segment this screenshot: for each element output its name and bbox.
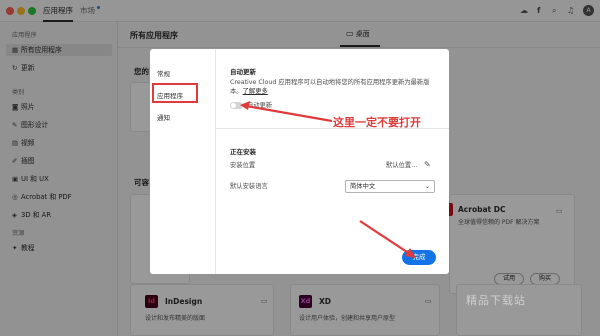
watermark: 精品下载站 bbox=[466, 294, 526, 307]
annotation-arrows bbox=[240, 101, 416, 258]
arrow-head-toggle bbox=[240, 101, 250, 110]
arrow-to-toggle bbox=[245, 104, 333, 123]
arrow-to-done bbox=[359, 220, 411, 255]
